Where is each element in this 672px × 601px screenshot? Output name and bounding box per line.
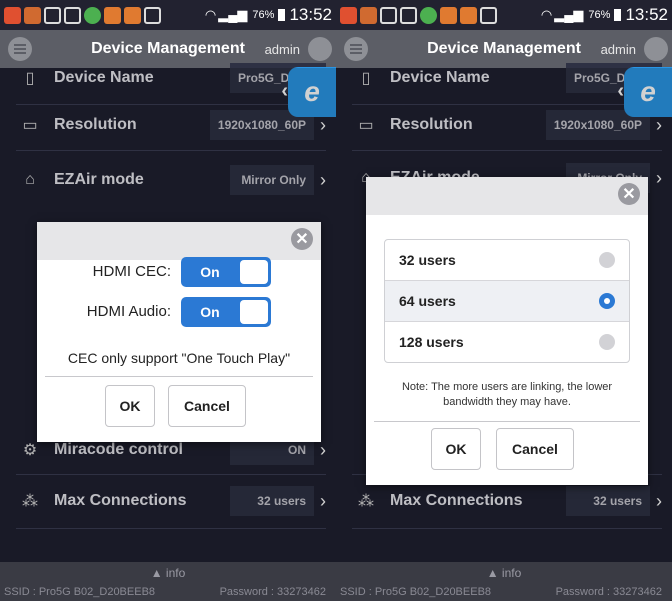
wifi-icon: ◠: [204, 7, 217, 22]
password-text: Password : 33273462: [555, 586, 662, 598]
max-connections-dialog: ✕ 32 users 64 users 128 users Note: The …: [366, 177, 648, 485]
check-icon: [84, 6, 101, 24]
users-option-list: 32 users 64 users 128 users: [384, 239, 630, 363]
info-label: info: [501, 566, 522, 580]
left-screen: ◠ ▂▄▆ 76% 13:52 Device Management admin …: [0, 0, 336, 601]
dialog-header: ✕: [37, 222, 321, 260]
toggle-knob: [240, 260, 268, 284]
app-icon: [104, 6, 121, 24]
cec-note: CEC only support "One Touch Play": [67, 350, 291, 366]
sync-icon: [44, 6, 61, 24]
ssid-text: SSID : Pro5G B02_D20BEEB8: [4, 586, 156, 598]
footer: ▲ info SSID : Pro5G B02_D20BEEB8 Passwor…: [0, 562, 336, 601]
option-32-users[interactable]: 32 users: [385, 240, 629, 281]
sync-icon: [380, 6, 397, 24]
wifi-icon: ◠: [540, 7, 553, 22]
info-toggle[interactable]: ▲ info: [0, 566, 336, 580]
image-icon: [400, 6, 417, 24]
username: admin: [264, 41, 300, 57]
footer: ▲ info SSID : Pro5G B02_D20BEEB8 Passwor…: [336, 562, 672, 601]
app-icon: [440, 6, 457, 24]
dialog-header: ✕: [366, 177, 648, 215]
app-icon: [124, 6, 141, 24]
avatar[interactable]: [308, 37, 332, 61]
ssid-text: SSID : Pro5G B02_D20BEEB8: [340, 586, 492, 598]
info-label: info: [165, 566, 186, 580]
sync-icon: [144, 6, 161, 24]
check-icon: [420, 6, 437, 24]
app-icon: [360, 6, 377, 24]
dialog-divider: [374, 421, 640, 422]
password-text: Password : 33273462: [219, 586, 326, 598]
sync-icon: [480, 6, 497, 24]
hdmi-audio-toggle[interactable]: On: [181, 297, 271, 327]
close-icon[interactable]: ✕: [291, 228, 313, 250]
chevron-up-icon: ▲: [150, 566, 166, 580]
hdmi-audio-label: HDMI Audio:: [86, 303, 171, 320]
battery-percent: 76%: [588, 9, 611, 21]
close-icon[interactable]: ✕: [618, 183, 640, 205]
cancel-button[interactable]: Cancel: [496, 428, 574, 470]
info-toggle[interactable]: ▲ info: [336, 566, 672, 580]
option-label: 128 users: [399, 334, 464, 350]
toggle-state: On: [200, 304, 220, 320]
clock: 13:52: [289, 5, 332, 24]
battery-percent: 76%: [252, 9, 275, 21]
hdmi-dialog: ✕ HDMI CEC: On HDMI Audio: On CEC only s…: [37, 222, 321, 442]
image-icon: [64, 6, 81, 24]
signal-icon: ▂▄▆: [554, 7, 584, 22]
hdmi-cec-label: HDMI CEC:: [92, 263, 171, 280]
radio-icon: [599, 334, 615, 350]
ok-button[interactable]: OK: [431, 428, 481, 470]
battery-icon: [278, 9, 286, 21]
option-128-users[interactable]: 128 users: [385, 322, 629, 362]
hdmi-audio-row: HDMI Audio: On: [37, 297, 321, 327]
radio-icon: [599, 252, 615, 268]
hdmi-cec-row: HDMI CEC: On: [37, 257, 321, 287]
chevron-up-icon: ▲: [486, 566, 502, 580]
clock: 13:52: [625, 5, 668, 24]
bandwidth-note: Note: The more users are linking, the lo…: [401, 381, 613, 408]
chat-app-icon: [4, 6, 21, 24]
right-screen: ◠ ▂▄▆ 76% 13:52 Device Management admin …: [336, 0, 672, 601]
avatar[interactable]: [644, 37, 668, 61]
username: admin: [600, 41, 636, 57]
option-label: 64 users: [399, 293, 456, 309]
app-icon: [460, 6, 477, 24]
signal-icon: ▂▄▆: [218, 7, 248, 22]
chat-app-icon: [340, 6, 357, 24]
dialog-divider: [45, 376, 313, 377]
option-label: 32 users: [399, 252, 456, 268]
app-icon: [24, 6, 41, 24]
status-bar: ◠ ▂▄▆ 76% 13:52: [0, 0, 336, 30]
option-64-users[interactable]: 64 users: [385, 281, 629, 322]
battery-icon: [614, 9, 622, 21]
hdmi-cec-toggle[interactable]: On: [181, 257, 271, 287]
radio-selected-icon: [599, 293, 615, 309]
ok-button[interactable]: OK: [105, 385, 155, 427]
toggle-state: On: [200, 264, 220, 280]
status-bar: ◠ ▂▄▆ 76% 13:52: [336, 0, 672, 30]
toggle-knob: [240, 300, 268, 324]
cancel-button[interactable]: Cancel: [168, 385, 246, 427]
